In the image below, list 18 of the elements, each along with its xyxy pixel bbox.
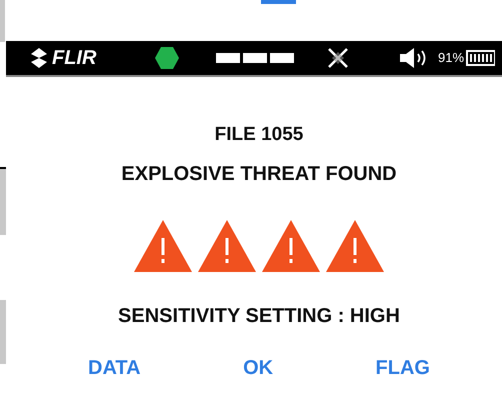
edge-bar bbox=[0, 300, 6, 364]
edge-bar bbox=[0, 0, 5, 42]
file-number: FILE 1055 bbox=[214, 125, 304, 144]
battery-icon bbox=[466, 50, 496, 66]
sensitivity-setting: SENSITIVITY SETTING : HIGH bbox=[118, 306, 400, 326]
soft-key-button[interactable]: DATA bbox=[84, 358, 145, 378]
soft-key-button[interactable]: FLAG bbox=[372, 358, 434, 378]
soft-key-button[interactable]: OK bbox=[239, 358, 278, 378]
brand-logo: FLIR bbox=[52, 48, 96, 68]
signal-bars-icon bbox=[216, 53, 294, 63]
wireless-off-icon bbox=[326, 46, 350, 70]
warning-triangle-icon bbox=[198, 220, 256, 272]
alert-message: EXPLOSIVE THREAT FOUND bbox=[121, 164, 397, 184]
warning-triangle-icon bbox=[134, 220, 192, 272]
battery-percent: 91% bbox=[438, 49, 464, 68]
warning-triangle-icon bbox=[326, 220, 384, 272]
warning-triangle-icon bbox=[262, 220, 320, 272]
edge-bar bbox=[0, 167, 6, 235]
